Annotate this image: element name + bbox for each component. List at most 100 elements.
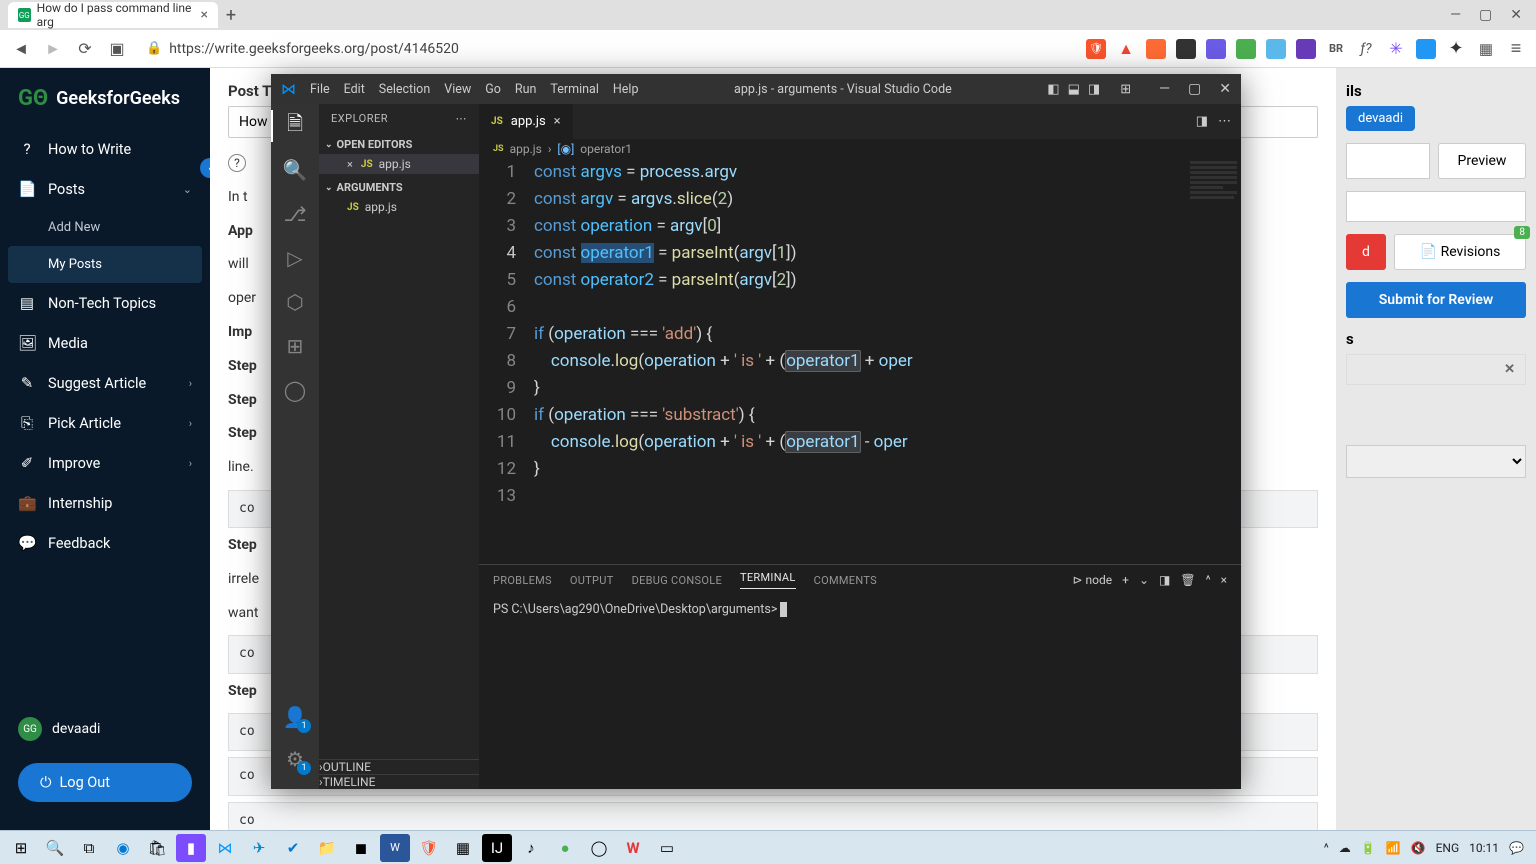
- layout-sidebar-icon[interactable]: ◧: [1047, 82, 1059, 97]
- breadcrumb[interactable]: JS app.js › [◉] operator1: [479, 139, 1241, 159]
- clock[interactable]: 10:11: [1469, 841, 1499, 855]
- minimap[interactable]: [1186, 159, 1241, 564]
- menu-add-new[interactable]: Add New: [0, 209, 210, 246]
- browser-tab[interactable]: GG How do I pass command line arg ×: [8, 2, 218, 28]
- ext-film-icon[interactable]: ▦: [1476, 39, 1496, 59]
- code-lines[interactable]: const argvs = process.argvconst argv = a…: [534, 159, 1241, 564]
- ext-violet-icon[interactable]: [1296, 39, 1316, 59]
- layout-panel-icon[interactable]: ⬓: [1068, 82, 1080, 97]
- menu-view[interactable]: View: [444, 82, 471, 97]
- accounts-icon[interactable]: 👤1: [281, 703, 309, 731]
- ext-dark-icon[interactable]: [1176, 39, 1196, 59]
- app9-icon[interactable]: ▭: [652, 834, 682, 862]
- close-panel-icon[interactable]: ×: [1221, 573, 1227, 587]
- app4-icon[interactable]: ▦: [448, 834, 478, 862]
- close-icon[interactable]: ✕: [1510, 7, 1522, 23]
- app6-icon[interactable]: ♪: [516, 834, 546, 862]
- edge-icon[interactable]: ◉: [108, 834, 138, 862]
- open-editors-section[interactable]: ⌄OPEN EDITORS: [319, 135, 479, 154]
- menu-terminal[interactable]: Terminal: [550, 82, 598, 97]
- layout-customize-icon[interactable]: ⊞: [1120, 82, 1131, 97]
- ext-cyan-icon[interactable]: [1266, 39, 1286, 59]
- misc-icon[interactable]: ◯: [281, 376, 309, 404]
- new-terminal-icon[interactable]: +: [1122, 573, 1129, 587]
- new-tab-button[interactable]: +: [218, 2, 244, 28]
- close-icon[interactable]: ×: [347, 158, 353, 171]
- source-control-icon[interactable]: ⎇: [281, 200, 309, 228]
- search-icon[interactable]: 🔍: [40, 834, 70, 862]
- tag-input[interactable]: [1346, 143, 1430, 179]
- wifi-icon[interactable]: 📶: [1386, 841, 1401, 855]
- terminal-dropdown-icon[interactable]: ⌄: [1139, 573, 1149, 587]
- minimize-icon[interactable]: —: [1450, 7, 1461, 23]
- brave-taskbar-icon[interactable]: 🛡: [414, 834, 444, 862]
- panel-tab-terminal[interactable]: TERMINAL: [740, 571, 796, 589]
- close-tab-icon[interactable]: ×: [554, 114, 561, 129]
- remote-icon[interactable]: ⬡: [281, 288, 309, 316]
- task-view-icon[interactable]: ⧉: [74, 834, 104, 862]
- ext-green-icon[interactable]: [1236, 39, 1256, 59]
- tab-close-icon[interactable]: ×: [201, 7, 208, 23]
- battery-icon[interactable]: 🔋: [1361, 841, 1376, 855]
- run-debug-icon[interactable]: ▷: [281, 244, 309, 272]
- user-info[interactable]: GG devaadi: [0, 705, 210, 753]
- menu-posts[interactable]: 📄Posts⌄: [0, 169, 210, 209]
- kill-terminal-icon[interactable]: 🗑: [1180, 573, 1195, 587]
- vscode-taskbar-icon[interactable]: ⋈: [210, 834, 240, 862]
- menu-run[interactable]: Run: [515, 82, 537, 97]
- vscode-titlebar[interactable]: ⋈ File Edit Selection View Go Run Termin…: [271, 74, 1241, 104]
- minimize-icon[interactable]: —: [1159, 81, 1170, 97]
- submit-review-button[interactable]: Submit for Review: [1346, 282, 1526, 318]
- preview-button[interactable]: Preview: [1438, 143, 1526, 179]
- notifications-icon[interactable]: 💬: [1509, 841, 1524, 855]
- menu-media[interactable]: 🖼Media: [0, 323, 210, 363]
- address-bar[interactable]: 🔒 https://write.geeksforgeeks.org/post/4…: [138, 37, 1076, 61]
- ext-star-icon[interactable]: ✳: [1386, 39, 1406, 59]
- split-terminal-icon[interactable]: ◨: [1159, 573, 1170, 587]
- split-editor-icon[interactable]: ◨: [1196, 114, 1208, 129]
- ext-puzzle-icon[interactable]: ✦: [1446, 39, 1466, 59]
- code-box-3c[interactable]: co: [228, 802, 1318, 830]
- maximize-panel-icon[interactable]: ^: [1206, 573, 1211, 587]
- app1-icon[interactable]: ▮: [176, 834, 206, 862]
- maximize-icon[interactable]: ▢: [1479, 7, 1492, 23]
- check-icon[interactable]: ✔: [278, 834, 308, 862]
- close-icon[interactable]: ✕: [1219, 81, 1231, 97]
- status-input[interactable]: [1346, 191, 1526, 222]
- app7-icon[interactable]: ●: [550, 834, 580, 862]
- panel-tab-problems[interactable]: PROBLEMS: [493, 574, 552, 587]
- ext-br-icon[interactable]: BR: [1326, 39, 1346, 59]
- onedrive-icon[interactable]: ☁: [1339, 841, 1351, 855]
- app5-icon[interactable]: IJ: [482, 834, 512, 862]
- menu-internship[interactable]: 💼Internship: [0, 483, 210, 523]
- open-editor-item[interactable]: ×JSapp.js: [319, 154, 479, 174]
- menu-suggest[interactable]: ✎Suggest Article›: [0, 363, 210, 403]
- menu-go[interactable]: Go: [485, 82, 501, 97]
- explorer-more-icon[interactable]: ⋯: [456, 112, 468, 125]
- tray-chevron-icon[interactable]: ^: [1324, 841, 1329, 855]
- gfg-logo[interactable]: GΘ GeeksforGeeks: [0, 86, 210, 129]
- menu-non-tech[interactable]: ▤Non-Tech Topics: [0, 283, 210, 323]
- layout-secondary-icon[interactable]: ◨: [1088, 82, 1100, 97]
- wps-icon[interactable]: W: [618, 834, 648, 862]
- timeline-section[interactable]: ›TIMELINE: [319, 774, 479, 789]
- panel-tab-output[interactable]: OUTPUT: [570, 574, 614, 587]
- more-actions-icon[interactable]: ⋯: [1218, 114, 1231, 129]
- maximize-icon[interactable]: ▢: [1188, 81, 1201, 97]
- terminal[interactable]: PS C:\Users\ag290\OneDrive\Desktop\argum…: [479, 595, 1241, 789]
- ext-purple-icon[interactable]: [1206, 39, 1226, 59]
- file-item[interactable]: JSapp.js: [319, 197, 479, 217]
- panel-tab-debug[interactable]: DEBUG CONSOLE: [632, 574, 722, 587]
- menu-edit[interactable]: Edit: [344, 82, 365, 97]
- menu-pick[interactable]: ⎘Pick Article›: [0, 403, 210, 443]
- volume-icon[interactable]: 🔇: [1411, 841, 1426, 855]
- browser-menu-icon[interactable]: ≡: [1506, 39, 1526, 59]
- telegram-icon[interactable]: ✈: [244, 834, 274, 862]
- outline-section[interactable]: ›OUTLINE: [319, 759, 479, 774]
- menu-feedback[interactable]: 💬Feedback: [0, 523, 210, 563]
- remove-category-icon[interactable]: ✕: [1504, 362, 1515, 377]
- menu-help[interactable]: Help: [613, 82, 639, 97]
- revisions-button[interactable]: 📄 Revisions: [1394, 234, 1526, 270]
- word-icon[interactable]: W: [380, 834, 410, 862]
- extensions-icon[interactable]: ⊞: [281, 332, 309, 360]
